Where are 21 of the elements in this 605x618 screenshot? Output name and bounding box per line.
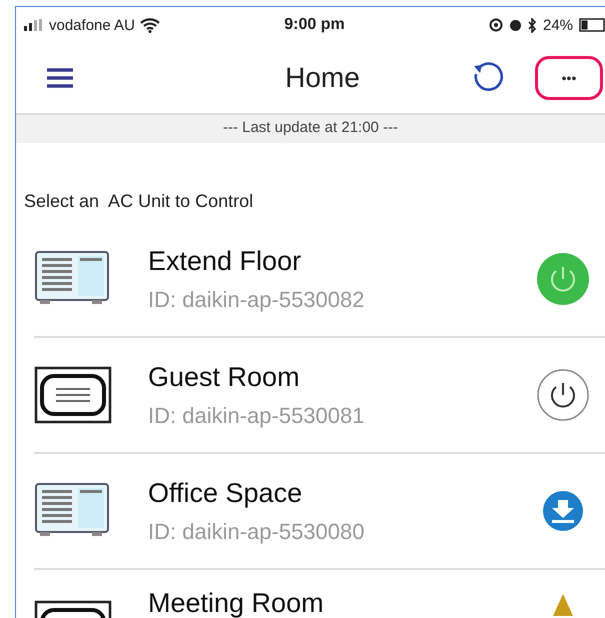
unit-name: Guest Room <box>148 362 301 392</box>
unit-name: Meeting Room <box>148 588 325 618</box>
select-prompt: Select an AC Unit to Control <box>24 191 254 212</box>
unit-name: Extend Floor <box>148 246 302 276</box>
battery-label: 24% <box>542 16 574 34</box>
bluetooth-icon <box>528 18 537 32</box>
unit-name: Office Space <box>148 478 304 508</box>
unit-id: ID: daikin-ap-5530080 <box>148 518 366 544</box>
clock-label: 9:00 pm <box>283 16 346 34</box>
more-button[interactable]: ••• <box>535 56 603 100</box>
carrier-label: vodafone AU <box>49 16 135 34</box>
page-title: Home <box>284 62 361 94</box>
menu-icon[interactable] <box>46 67 74 89</box>
unit-id: ID: daikin-ap-5530081 <box>148 402 366 428</box>
unit-id: ID: daikin-ap-5530082 <box>148 286 366 312</box>
power-button[interactable] <box>535 367 591 423</box>
last-update-banner: --- Last update at 21:00 --- <box>16 113 605 143</box>
battery-icon <box>579 18 605 32</box>
signal-icon <box>24 19 44 31</box>
wifi-icon <box>140 18 160 32</box>
lock-rotation-icon <box>488 18 503 32</box>
